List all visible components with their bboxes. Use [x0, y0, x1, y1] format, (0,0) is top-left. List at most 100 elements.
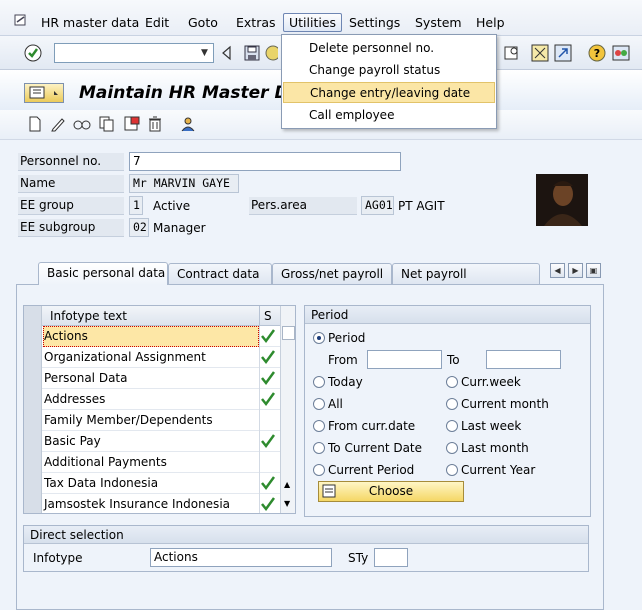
menu-change-entry-leaving-date[interactable]: Change entry/leaving date	[283, 82, 495, 103]
table-row[interactable]: Organizational Assignment	[24, 347, 280, 368]
menu-settings[interactable]: Settings	[349, 15, 400, 30]
infotype-text: Addresses	[44, 392, 106, 406]
to-date-input[interactable]	[486, 350, 561, 369]
tab-scroll-left-icon[interactable]: ◀	[550, 263, 565, 278]
table-row[interactable]: Personal Data	[24, 368, 280, 389]
exit-icon[interactable]	[264, 44, 281, 62]
change-pencil-icon[interactable]	[50, 116, 66, 132]
name-field: Mr MARVIN GAYE	[129, 174, 239, 193]
tab-scroll-right-icon[interactable]: ▶	[568, 263, 583, 278]
radio-left-1[interactable]	[313, 398, 325, 410]
radio-period-label: Period	[328, 331, 366, 345]
page-title: Maintain HR Master Dat	[79, 83, 309, 103]
menu-change-payroll-status[interactable]: Change payroll status	[283, 60, 495, 81]
row-selector[interactable]	[24, 410, 42, 431]
radio-label: To Current Date	[328, 441, 423, 455]
radio-period[interactable]	[313, 332, 325, 344]
radio-right-4[interactable]	[446, 464, 458, 476]
radio-right-3[interactable]	[446, 442, 458, 454]
table-row[interactable]: Additional Payments	[24, 452, 280, 473]
tab-contract-data[interactable]: Contract data	[168, 263, 272, 284]
scroll-thumb[interactable]	[282, 326, 295, 340]
from-date-input[interactable]	[367, 350, 442, 369]
menu-delete-personnel-no[interactable]: Delete personnel no.	[283, 38, 495, 59]
menu-entry-icon[interactable]	[14, 14, 28, 28]
display-glasses-icon[interactable]	[73, 116, 91, 132]
ee-subgroup-text: Manager	[153, 221, 206, 235]
row-selector[interactable]	[24, 347, 42, 368]
row-selector[interactable]	[24, 368, 42, 389]
radio-label: All	[328, 397, 343, 411]
radio-left-3[interactable]	[313, 442, 325, 454]
overview-person-icon[interactable]	[180, 116, 196, 132]
help-icon[interactable]: ?	[588, 44, 606, 62]
infotype-input[interactable]: Actions	[150, 548, 332, 567]
menu-call-employee[interactable]: Call employee	[283, 105, 495, 126]
back-triangle-icon[interactable]	[220, 45, 232, 63]
new-session-icon[interactable]	[531, 44, 549, 62]
personnel-no-field[interactable]: 7	[129, 152, 401, 171]
delimit-icon[interactable]	[124, 116, 140, 132]
employee-photo	[536, 174, 588, 226]
copy-icon[interactable]	[99, 116, 115, 132]
menu-extras[interactable]: Extras	[236, 15, 276, 30]
chevron-down-icon[interactable]: ▼	[198, 46, 211, 60]
table-row[interactable]: Jamsostek Insurance Indonesia	[24, 494, 280, 513]
find-next-icon[interactable]	[503, 44, 521, 62]
shortcut-icon[interactable]	[554, 44, 572, 62]
utilities-dropdown-menu: Delete personnel no. Change payroll stat…	[281, 34, 497, 129]
infotype-text: Personal Data	[44, 371, 128, 385]
row-selector[interactable]	[24, 431, 42, 452]
infotype-scrollbar[interactable]: ▲ ▼	[280, 306, 295, 513]
choose-label: Choose	[368, 484, 414, 498]
checkmark-icon	[260, 474, 276, 491]
row-selector[interactable]	[24, 389, 42, 410]
radio-label: Last month	[461, 441, 529, 455]
create-icon[interactable]	[27, 116, 43, 132]
period-group-title: Period	[305, 306, 590, 324]
tab-net-payroll[interactable]: Net payroll	[392, 263, 540, 284]
table-row[interactable]: Family Member/Dependents	[24, 410, 280, 431]
menu-system[interactable]: System	[415, 15, 462, 30]
menu-utilities[interactable]: Utilities	[283, 13, 343, 32]
screen-menu-button[interactable]	[24, 83, 64, 103]
table-row[interactable]: Addresses	[24, 389, 280, 410]
radio-left-2[interactable]	[313, 420, 325, 432]
menu-goto[interactable]: Goto	[188, 15, 218, 30]
table-row[interactable]: Actions	[24, 326, 280, 347]
command-field[interactable]: ▼	[54, 43, 214, 63]
save-icon[interactable]	[243, 44, 261, 62]
menu-help[interactable]: Help	[476, 15, 505, 30]
menu-hr-master-data[interactable]: HR master data	[41, 15, 139, 30]
radio-right-1[interactable]	[446, 398, 458, 410]
to-label: To	[447, 353, 460, 367]
menu-edit[interactable]: Edit	[145, 15, 169, 30]
enter-check-icon[interactable]	[24, 44, 42, 62]
row-selector[interactable]	[24, 473, 42, 494]
customize-layout-icon[interactable]	[612, 44, 630, 62]
infotype-text: Organizational Assignment	[44, 350, 206, 364]
scroll-down-icon[interactable]: ▼	[284, 499, 290, 508]
delete-trash-icon[interactable]	[147, 116, 163, 132]
row-selector[interactable]	[24, 326, 42, 347]
radio-right-0[interactable]	[446, 376, 458, 388]
choose-button[interactable]: Choose	[318, 481, 464, 502]
tab-gross-net-payroll[interactable]: Gross/net payroll	[272, 263, 392, 284]
scroll-up-icon[interactable]: ▲	[284, 480, 290, 489]
pers-area-text: PT AGIT	[398, 199, 445, 213]
col-s: S	[264, 309, 272, 323]
select-all-cell[interactable]	[24, 306, 42, 326]
radio-left-4[interactable]	[313, 464, 325, 476]
row-selector[interactable]	[24, 452, 42, 473]
table-row[interactable]: Basic Pay	[24, 431, 280, 452]
checkmark-icon	[260, 327, 276, 344]
tab-list-icon[interactable]: ▣	[586, 263, 601, 278]
tab-basic-personal-data[interactable]: Basic personal data	[38, 262, 168, 285]
radio-left-0[interactable]	[313, 376, 325, 388]
radio-right-2[interactable]	[446, 420, 458, 432]
choose-icon	[322, 484, 336, 498]
sty-input[interactable]	[374, 548, 408, 567]
table-row[interactable]: Tax Data Indonesia	[24, 473, 280, 494]
checkmark-icon	[260, 495, 276, 512]
row-selector[interactable]	[24, 494, 42, 513]
